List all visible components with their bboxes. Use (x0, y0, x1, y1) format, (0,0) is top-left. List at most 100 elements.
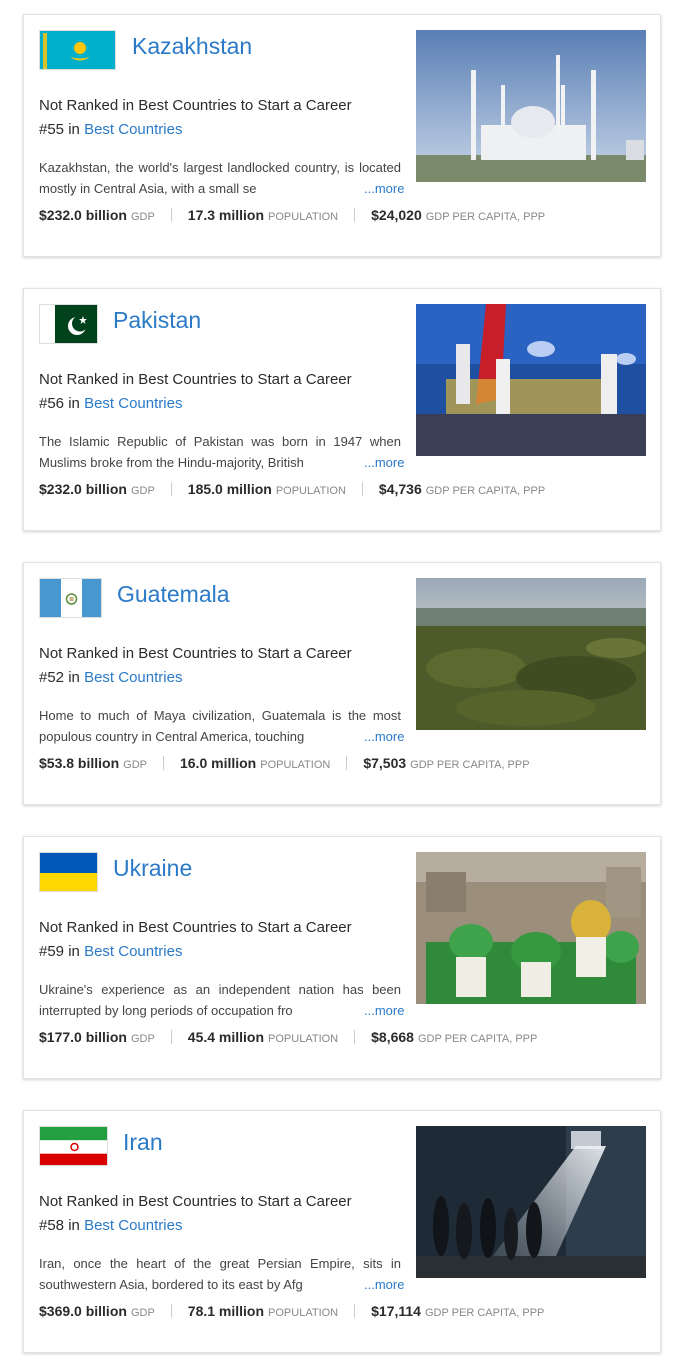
gdp-label: GDP (130, 1307, 155, 1319)
gdp-value: $53.8 billion (39, 755, 120, 771)
country-photo[interactable] (416, 304, 646, 456)
read-more-link[interactable]: ...more (354, 726, 404, 747)
gdp-per-capita-label: GDP PER CAPITA, PPP (410, 759, 530, 771)
best-countries-link[interactable]: Best Countries (84, 669, 182, 686)
rank-in-word: in (68, 669, 80, 686)
description-text: Iran, once the heart of the great Persia… (39, 1256, 401, 1292)
pakistan-flag-icon[interactable] (39, 304, 98, 344)
rank-number: #56 (39, 395, 65, 412)
stat-divider (346, 756, 348, 770)
population-label: POPULATION (268, 1307, 339, 1319)
description-text: Kazakhstan, the world's largest landlock… (39, 160, 401, 196)
description-text: The Islamic Republic of Pakistan was bor… (39, 434, 401, 470)
rank-number: #58 (39, 1217, 65, 1234)
guatemala-flag-icon[interactable] (39, 578, 102, 618)
gdp-per-capita-label: GDP PER CAPITA, PPP (417, 1033, 538, 1045)
population-value: 78.1 million (187, 1303, 265, 1319)
population-value: 17.3 million (187, 207, 265, 223)
population-label: POPULATION (260, 759, 331, 771)
gdp-value: $177.0 billion (39, 1029, 127, 1045)
country-card-pakistan: Pakistan Not Ranked in Best Countries to… (23, 288, 661, 531)
ukraine-flag-icon[interactable] (39, 852, 98, 892)
read-more-link[interactable]: ...more (354, 1274, 404, 1295)
country-card-ukraine: Ukraine Not Ranked in Best Countries to … (23, 836, 661, 1079)
gdp-per-capita-value: $24,020 (371, 207, 422, 223)
rank-in-word: in (68, 121, 80, 138)
gdp-value: $369.0 billion (39, 1303, 127, 1319)
country-description: Ukraine's experience as an independent n… (39, 979, 401, 1021)
read-more-link[interactable]: ...more (354, 452, 404, 473)
country-stats: $369.0 billion GDP 78.1 million POPULATION… (39, 1303, 544, 1319)
read-more-link[interactable]: ...more (354, 1000, 404, 1021)
gdp-per-capita-value: $7,503 (363, 755, 407, 771)
population-label: POPULATION (268, 211, 339, 223)
country-name-link[interactable]: Pakistan (113, 307, 201, 334)
stat-divider (354, 1304, 356, 1318)
gdp-per-capita-label: GDP PER CAPITA, PPP (425, 211, 546, 223)
overall-rank: #55 in Best Countries (39, 121, 182, 138)
overall-rank: #58 in Best Countries (39, 1217, 182, 1234)
country-stats: $177.0 billion GDP 45.4 million POPULATION… (39, 1029, 537, 1045)
best-countries-link[interactable]: Best Countries (84, 121, 182, 138)
country-card-iran: Iran Not Ranked in Best Countries to Sta… (23, 1110, 661, 1353)
country-description: Iran, once the heart of the great Persia… (39, 1253, 401, 1295)
best-countries-link[interactable]: Best Countries (84, 943, 182, 960)
country-card-kazakhstan: Kazakhstan Not Ranked in Best Countries … (23, 14, 661, 257)
country-card-guatemala: Guatemala Not Ranked in Best Countries t… (23, 562, 661, 805)
career-rank-text: Not Ranked in Best Countries to Start a … (39, 645, 352, 662)
population-label: POPULATION (268, 1033, 339, 1045)
stat-divider (354, 1030, 356, 1044)
country-description: Kazakhstan, the world's largest landlock… (39, 157, 401, 199)
iran-flag-icon[interactable] (39, 1126, 108, 1166)
population-label: POPULATION (275, 485, 346, 497)
country-name-link[interactable]: Kazakhstan (132, 33, 252, 60)
stat-divider (162, 756, 164, 770)
country-description: Home to much of Maya civilization, Guate… (39, 705, 401, 747)
gdp-per-capita-label: GDP PER CAPITA, PPP (425, 485, 546, 497)
gdp-per-capita-label: GDP PER CAPITA, PPP (424, 1307, 545, 1319)
gdp-label: GDP (123, 759, 147, 771)
stat-divider (170, 208, 172, 222)
rank-in-word: in (68, 943, 80, 960)
country-name-link[interactable]: Ukraine (113, 855, 192, 882)
country-photo[interactable] (416, 1126, 646, 1278)
country-stats: $232.0 billion GDP 185.0 million POPULATIO… (39, 481, 545, 497)
best-countries-link[interactable]: Best Countries (84, 1217, 182, 1234)
gdp-per-capita-value: $17,114 (371, 1303, 421, 1319)
country-photo[interactable] (416, 578, 646, 730)
stat-divider (170, 1304, 172, 1318)
stat-divider (170, 1030, 172, 1044)
population-value: 45.4 million (187, 1029, 265, 1045)
career-rank-text: Not Ranked in Best Countries to Start a … (39, 97, 352, 114)
country-name-link[interactable]: Guatemala (117, 581, 230, 608)
description-text: Home to much of Maya civilization, Guate… (39, 708, 401, 744)
gdp-per-capita-value: $4,736 (378, 481, 422, 497)
gdp-label: GDP (130, 1033, 155, 1045)
country-photo[interactable] (416, 30, 646, 182)
country-photo[interactable] (416, 852, 646, 1004)
gdp-value: $232.0 billion (39, 481, 127, 497)
rank-number: #55 (39, 121, 65, 138)
overall-rank: #59 in Best Countries (39, 943, 182, 960)
best-countries-link[interactable]: Best Countries (84, 395, 182, 412)
career-rank-text: Not Ranked in Best Countries to Start a … (39, 1193, 352, 1210)
read-more-link[interactable]: ...more (354, 178, 404, 199)
stat-divider (361, 482, 363, 496)
career-rank-text: Not Ranked in Best Countries to Start a … (39, 919, 352, 936)
kazakhstan-flag-icon[interactable] (39, 30, 116, 70)
rank-number: #59 (39, 943, 65, 960)
stat-divider (354, 208, 356, 222)
gdp-per-capita-value: $8,668 (371, 1029, 414, 1045)
description-text: Ukraine's experience as an independent n… (39, 982, 401, 1018)
overall-rank: #56 in Best Countries (39, 395, 182, 412)
population-value: 16.0 million (179, 755, 257, 771)
overall-rank: #52 in Best Countries (39, 669, 182, 686)
stat-divider (170, 482, 172, 496)
country-stats: $53.8 billion GDP 16.0 million POPULATION … (39, 755, 530, 771)
rank-in-word: in (68, 1217, 80, 1234)
country-stats: $232.0 billion GDP 17.3 million POPULATION… (39, 207, 545, 223)
gdp-label: GDP (130, 485, 155, 497)
population-value: 185.0 million (187, 481, 272, 497)
country-name-link[interactable]: Iran (123, 1129, 163, 1156)
career-rank-text: Not Ranked in Best Countries to Start a … (39, 371, 352, 388)
